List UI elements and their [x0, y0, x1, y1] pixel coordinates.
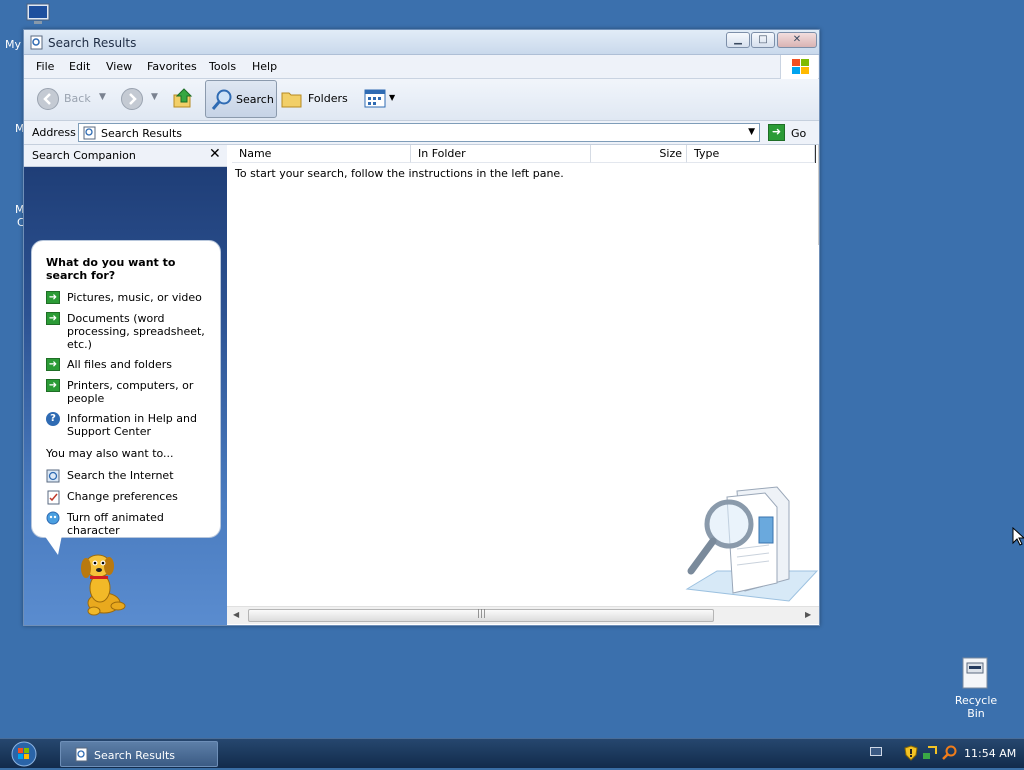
my-computer-label: My — [5, 38, 22, 51]
close-button[interactable]: ✕ — [777, 32, 817, 48]
back-label: Back — [64, 92, 91, 105]
maximize-icon: □ — [758, 34, 768, 45]
monitor-icon — [26, 3, 50, 24]
my-computer-icon[interactable] — [24, 2, 54, 28]
views-dropdown-icon: ▼ — [389, 93, 396, 102]
go-label: Go — [791, 127, 807, 140]
search-question: What do you want to search for? — [46, 256, 176, 282]
magnifier-icon — [211, 89, 232, 110]
search-companion-header: Search Companion ✕ — [24, 145, 227, 167]
close-pane-icon[interactable]: ✕ — [209, 146, 221, 162]
go-arrow-icon: ➜ — [768, 124, 785, 141]
search-window-icon — [30, 35, 43, 50]
mouse-cursor-icon — [1012, 527, 1024, 546]
taskbar-search-results-button[interactable]: Search Results — [60, 741, 218, 767]
green-arrow-icon: ➜ — [46, 291, 60, 304]
search-companion-bubble: What do you want to search for? ➜ Pictur… — [31, 240, 221, 538]
green-arrow-icon: ➜ — [46, 379, 60, 392]
menu-view[interactable]: View — [106, 60, 132, 73]
search-companion-pane: Search Companion ✕ What do you want to s… — [24, 145, 227, 625]
toolbar: Back ▼ ▼ Search Folders ▼ — [24, 79, 819, 121]
taskbar-button-label: Search Results — [94, 749, 176, 762]
back-arrow-icon — [37, 88, 59, 110]
folders-label: Folders — [308, 92, 348, 105]
up-folder-button[interactable] — [172, 86, 198, 112]
maximize-button[interactable]: □ — [751, 32, 775, 48]
network-icon[interactable] — [922, 745, 938, 761]
address-field[interactable]: Search Results ▼ — [78, 123, 760, 142]
search-button[interactable]: Search — [205, 80, 277, 118]
menu-tools[interactable]: Tools — [209, 60, 236, 73]
search-label: Search — [236, 93, 274, 106]
recycle-bin-icon[interactable] — [960, 657, 990, 689]
recycle-bin-graphic-icon — [962, 657, 988, 689]
scroll-grip-icon: ||| — [477, 609, 487, 619]
menu-favorites[interactable]: Favorites — [147, 60, 197, 73]
results-pane: Name In Folder Size Type To start your s… — [227, 145, 819, 625]
column-header-size[interactable]: Size — [591, 145, 687, 163]
go-button[interactable]: ➜ Go — [766, 123, 812, 143]
also-want-label: You may also want to... — [46, 447, 174, 460]
vertical-scrollbar-edge — [818, 145, 819, 245]
column-header-name[interactable]: Name — [232, 145, 411, 163]
window-title: Search Results — [48, 36, 137, 50]
forward-dropdown-icon[interactable]: ▼ — [151, 92, 158, 102]
search-dog-character-icon[interactable] — [74, 548, 134, 618]
scroll-right-icon[interactable]: ▶ — [805, 610, 811, 619]
column-header-type[interactable]: Type — [687, 145, 815, 163]
views-button[interactable]: ▼ — [364, 88, 400, 110]
address-label: Address — [32, 126, 76, 139]
green-arrow-icon: ➜ — [46, 358, 60, 371]
forward-button[interactable]: ▼ — [120, 87, 164, 111]
help-icon: ? — [46, 412, 60, 426]
views-icon — [364, 89, 386, 108]
menu-edit[interactable]: Edit — [69, 60, 90, 73]
security-shield-icon[interactable] — [904, 745, 918, 761]
system-tray: 11:54 AM — [860, 739, 1024, 769]
menu-file[interactable]: File — [36, 60, 54, 73]
search-results-small-icon — [83, 126, 96, 140]
search-instructions: To start your search, follow the instruc… — [235, 167, 564, 180]
search-tray-icon[interactable] — [941, 745, 957, 761]
back-button[interactable]: Back ▼ — [34, 87, 112, 111]
preferences-icon — [47, 490, 60, 505]
search-results-window: Search Results ▁ □ ✕ File Edit View Favo… — [23, 29, 820, 626]
folder-icon — [281, 92, 302, 108]
up-folder-icon — [173, 88, 193, 108]
search-companion-title: Search Companion — [32, 149, 136, 162]
address-dropdown-icon[interactable]: ▼ — [748, 127, 755, 137]
windows-logo-icon — [780, 55, 818, 79]
start-orb-icon — [11, 741, 37, 767]
keyboard-icon[interactable] — [870, 747, 882, 756]
address-value: Search Results — [101, 127, 183, 140]
taskbar: Search Results 11:54 AM — [0, 738, 1024, 768]
title-bar[interactable]: Search Results ▁ □ ✕ — [24, 30, 819, 55]
column-header-in-folder[interactable]: In Folder — [411, 145, 591, 163]
search-illustration-icon — [685, 486, 819, 602]
minimize-icon: ▁ — [734, 34, 742, 45]
scroll-thumb[interactable]: ||| — [248, 609, 714, 622]
minimize-button[interactable]: ▁ — [726, 32, 750, 48]
back-dropdown-icon[interactable]: ▼ — [99, 92, 106, 102]
character-icon — [46, 511, 60, 525]
column-header-size-label: Size — [659, 147, 682, 160]
menu-bar: File Edit View Favorites Tools Help — [24, 55, 819, 79]
close-icon: ✕ — [792, 34, 802, 45]
recycle-bin-label: Recycle Bin — [954, 694, 998, 720]
search-window-small-icon — [75, 747, 88, 762]
scroll-left-icon[interactable]: ◀ — [233, 610, 239, 619]
bubble-tail — [44, 535, 62, 555]
address-bar: Address Search Results ▼ ➜ Go — [24, 121, 819, 145]
search-internet-icon — [46, 469, 60, 483]
green-arrow-icon: ➜ — [46, 312, 60, 325]
start-button[interactable] — [9, 741, 41, 767]
forward-arrow-icon — [121, 88, 143, 110]
clock[interactable]: 11:54 AM — [964, 747, 1016, 760]
menu-help[interactable]: Help — [252, 60, 277, 73]
horizontal-scrollbar[interactable]: ◀ ||| ▶ — [227, 606, 819, 624]
folders-button[interactable]: Folders — [281, 87, 351, 111]
